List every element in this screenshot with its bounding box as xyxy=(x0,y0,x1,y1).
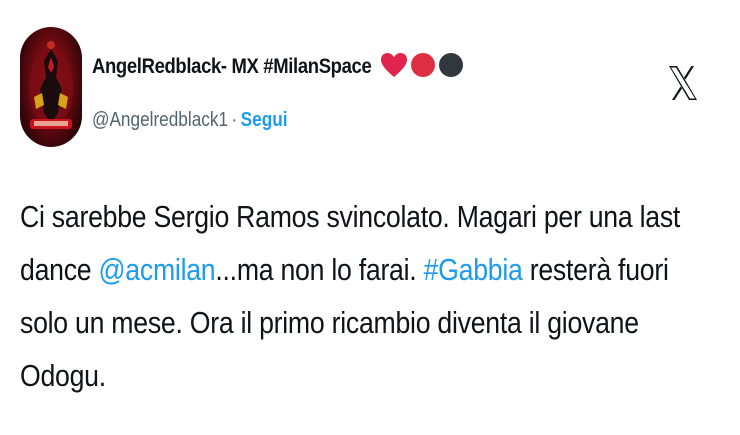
author-display-name[interactable]: AngelRedblack- MX #MilanSpace xyxy=(92,55,372,79)
black-circle-icon xyxy=(438,52,464,83)
follow-link[interactable]: Segui xyxy=(241,109,288,132)
tweet-text-line: Ci sarebbe Sergio Ramos svincolato. Maga… xyxy=(20,190,708,243)
name-emojis xyxy=(380,52,464,83)
tweet-text-segment: ...ma non lo farai. xyxy=(215,252,424,287)
author-name-row: AngelRedblack- MX #MilanSpace xyxy=(92,49,464,85)
tweet-text-segment: resterà fuori xyxy=(522,252,669,287)
tweet-text-line: solo un mese. Ora il primo ricambio dive… xyxy=(20,296,708,349)
tweet-card: AngelRedblack- MX #MilanSpace @Angelredb… xyxy=(0,0,740,435)
tweet-text-segment: Ci sarebbe Sergio Ramos svincolato. Maga… xyxy=(20,199,681,234)
red-circle-icon xyxy=(410,52,436,83)
tweet-text: Ci sarebbe Sergio Ramos svincolato. Maga… xyxy=(20,190,708,402)
hashtag-link[interactable]: #Gabbia xyxy=(424,252,523,287)
x-logo-icon[interactable] xyxy=(668,65,698,101)
mention-link[interactable]: @acmilan xyxy=(99,252,216,287)
tweet-text-segment: solo un mese. Ora il primo ricambio dive… xyxy=(20,305,639,340)
red-heart-icon xyxy=(380,52,408,83)
avatar-image xyxy=(29,41,73,129)
avatar[interactable] xyxy=(20,27,82,147)
tweet-text-segment: dance xyxy=(20,252,99,287)
author-handle-row: @Angelredblack1 · Segui xyxy=(92,105,287,135)
handle-separator: · xyxy=(231,108,238,131)
author-handle[interactable]: @Angelredblack1 xyxy=(92,109,228,132)
tweet-text-line: dance @acmilan...ma non lo farai. #Gabbi… xyxy=(20,243,708,296)
tweet-header: AngelRedblack- MX #MilanSpace @Angelredb… xyxy=(20,27,720,147)
tweet-text-line: Odogu. xyxy=(20,349,708,402)
tweet-text-segment: Odogu. xyxy=(20,358,106,393)
